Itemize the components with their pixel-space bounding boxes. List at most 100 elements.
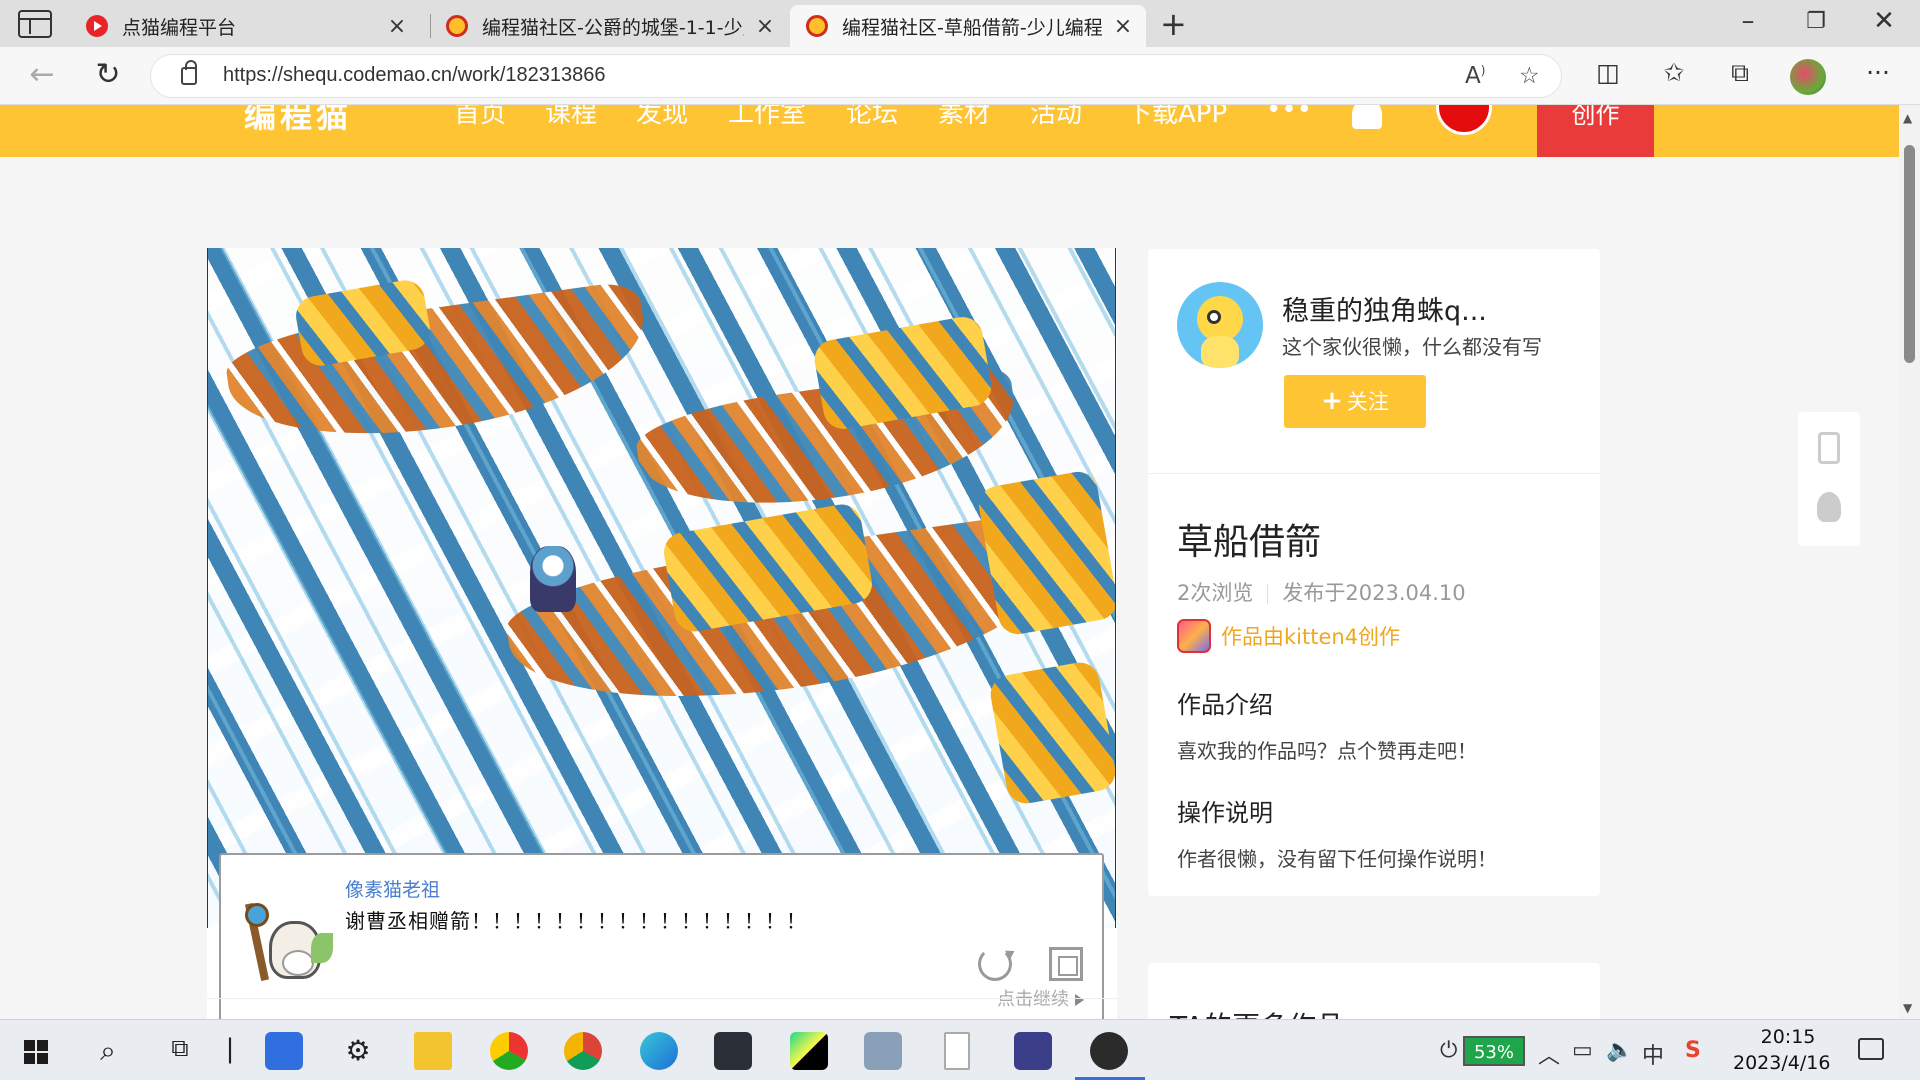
search-icon[interactable]: ⌕ <box>88 1034 128 1068</box>
boat-sail <box>975 468 1115 638</box>
power-plug-icon[interactable]: ⏻ <box>1440 1038 1457 1063</box>
game-app-icon[interactable] <box>1014 1032 1052 1070</box>
tab-close-icon[interactable]: × <box>386 14 408 39</box>
kitten-badge[interactable]: 作品由kitten4创作 <box>1177 619 1400 653</box>
tab-close-icon[interactable]: × <box>754 14 776 39</box>
document-icon[interactable] <box>944 1032 970 1070</box>
edge-icon[interactable] <box>640 1032 678 1070</box>
close-window-icon[interactable]: ✕ <box>1864 6 1904 36</box>
more-menu-icon[interactable]: ··· <box>1858 58 1898 87</box>
lock-icon[interactable] <box>181 60 197 85</box>
qq-icon[interactable] <box>1817 492 1841 522</box>
scroll-thumb[interactable] <box>1904 145 1915 363</box>
collections-icon[interactable]: ⧉ <box>1720 58 1760 88</box>
new-tab-button[interactable]: + <box>1160 5 1187 43</box>
minimize-icon[interactable]: – <box>1728 6 1768 36</box>
volume-icon[interactable]: 🔈 <box>1606 1038 1633 1063</box>
url-text: https://shequ.codemao.cn/work/182313866 <box>223 64 606 86</box>
plus-icon: + <box>1321 386 1343 416</box>
dianmao-favicon-icon <box>86 15 108 37</box>
profile-avatar[interactable] <box>1790 59 1826 95</box>
codemao-favicon-icon <box>806 15 828 37</box>
scroll-down-icon[interactable]: ▼ <box>1903 1001 1912 1015</box>
bell-icon[interactable] <box>1352 105 1382 129</box>
nav-discover[interactable]: 发现 <box>636 105 688 130</box>
work-meta: 2次浏览 发布于2023.04.10 <box>1177 577 1466 607</box>
train-app-icon[interactable] <box>864 1032 902 1070</box>
windows-taskbar: ⌕ ⧉ | ⚙ ⏻ 53% ︿ ▭ 🔈 中 S 20:15 2023/4/16 <box>0 1019 1920 1080</box>
nav-studio[interactable]: 工作室 <box>728 105 806 130</box>
page-scrollbar[interactable]: ▲ ▼ <box>1899 105 1920 1019</box>
boat-sail <box>987 659 1115 807</box>
file-explorer-icon[interactable] <box>414 1032 452 1070</box>
chrome-alt-icon[interactable] <box>564 1032 602 1070</box>
restore-icon[interactable]: ❐ <box>1796 9 1836 34</box>
favorites-icon[interactable]: ✩ <box>1654 58 1694 87</box>
chrome-icon[interactable] <box>490 1032 528 1070</box>
address-input[interactable]: https://shequ.codemao.cn/work/182313866 … <box>150 54 1562 98</box>
browser-tab-bar: 点猫编程平台 × 编程猫社区-公爵的城堡-1-1-少儿 × 编程猫社区-草船借箭… <box>0 0 1920 47</box>
clock-time[interactable]: 20:15 <box>1756 1026 1820 1048</box>
nav-more-icon[interactable]: ••• <box>1266 105 1312 125</box>
nav-materials[interactable]: 素材 <box>938 105 990 130</box>
site-logo[interactable]: 编程猫 <box>244 105 352 137</box>
battery-indicator[interactable]: 53% <box>1463 1036 1525 1066</box>
tab-castle[interactable]: 编程猫社区-公爵的城堡-1-1-少儿 × <box>430 5 788 47</box>
nav-home[interactable]: 首页 <box>454 105 506 130</box>
intro-heading: 作品介绍 <box>1177 691 1273 719</box>
tab-close-icon[interactable]: × <box>1112 14 1134 39</box>
nav-events[interactable]: 活动 <box>1030 105 1082 130</box>
work-info-card: 稳重的独角蛛q... 这个家伙很懒，什么都没有写 + 关注 草船借箭 2次浏览 发布… <box>1148 249 1600 896</box>
add-favorite-icon[interactable]: ☆ <box>1519 63 1540 89</box>
read-aloud-icon[interactable]: A) <box>1465 63 1485 89</box>
codemao-favicon-icon <box>446 15 468 37</box>
publish-date: 发布于2023.04.10 <box>1282 581 1466 605</box>
tab-actions-icon[interactable] <box>18 10 52 38</box>
task-view-icon[interactable]: ⧉ <box>160 1034 200 1062</box>
tab-dianmao[interactable]: 点猫编程平台 × <box>70 5 420 47</box>
refresh-icon[interactable]: ↻ <box>88 57 128 92</box>
create-button[interactable]: 创作 <box>1537 105 1654 157</box>
back-arrow-icon[interactable]: ← <box>22 57 62 92</box>
author-bio: 这个家伙很懒，什么都没有写 <box>1282 335 1542 359</box>
author-avatar[interactable] <box>1177 282 1263 368</box>
mobile-icon[interactable] <box>1818 432 1840 464</box>
game-character <box>530 546 576 612</box>
more-works-title: TA的更多作品 <box>1170 1005 1344 1019</box>
windows-start-icon[interactable] <box>24 1040 48 1064</box>
dialog-box[interactable]: 像素猫老祖 谢曹丞相赠箭！！！！！！！！！！！！！！！！ 点击继续 <box>219 853 1104 1019</box>
nav-courses[interactable]: 课程 <box>545 105 597 130</box>
follow-label: 关注 <box>1346 390 1389 414</box>
nav-forum[interactable]: 论坛 <box>846 105 898 130</box>
author-name[interactable]: 稳重的独角蛛q... <box>1282 289 1487 328</box>
lenovo-app-icon[interactable] <box>265 1032 303 1070</box>
nav-download-app[interactable]: 下载APP <box>1126 105 1227 130</box>
rider-icon[interactable] <box>714 1032 752 1070</box>
scroll-up-icon[interactable]: ▲ <box>1903 111 1912 125</box>
tab-caochuan-active[interactable]: 编程猫社区-草船借箭-少儿编程f × <box>790 5 1146 47</box>
ime-indicator[interactable]: 中 <box>1642 1038 1664 1070</box>
user-avatar[interactable] <box>1436 105 1492 135</box>
address-toolbar: ← ↻ https://shequ.codemao.cn/work/182313… <box>0 47 1920 105</box>
sogou-input-icon[interactable]: S <box>1685 1038 1701 1063</box>
instructions-heading: 操作说明 <box>1177 799 1273 827</box>
follow-button[interactable]: + 关注 <box>1284 375 1426 428</box>
codemao-app-icon[interactable] <box>1090 1032 1128 1070</box>
chevron-up-icon[interactable]: ︿ <box>1538 1038 1560 1070</box>
tab-title: 编程猫社区-草船借箭-少儿编程f <box>842 16 1102 39</box>
split-screen-icon[interactable]: ◫ <box>1588 58 1628 87</box>
pycharm-icon[interactable] <box>790 1032 828 1070</box>
divider <box>1148 473 1600 474</box>
fullscreen-icon[interactable] <box>1049 947 1083 981</box>
work-title: 草船借箭 <box>1177 522 1322 563</box>
notification-icon[interactable] <box>1858 1038 1884 1060</box>
game-stage[interactable] <box>207 248 1116 928</box>
view-count: 2次浏览 <box>1177 581 1254 605</box>
battery-icon[interactable]: ▭ <box>1572 1038 1593 1063</box>
side-toolbar <box>1798 412 1860 546</box>
settings-gear-icon[interactable]: ⚙ <box>338 1034 378 1067</box>
clock-date[interactable]: 2023/4/16 <box>1733 1052 1830 1074</box>
intro-body: 喜欢我的作品吗？点个赞再走吧！ <box>1177 739 1477 763</box>
restart-icon[interactable] <box>978 947 1012 981</box>
pen-icon[interactable]: | <box>210 1034 250 1064</box>
